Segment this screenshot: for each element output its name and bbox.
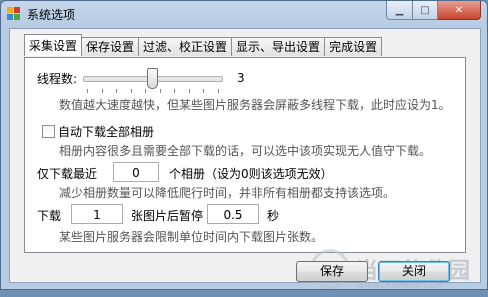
auto-download-checkbox[interactable]	[42, 125, 55, 138]
tab-filter-settings[interactable]: 过滤、校正设置	[138, 37, 233, 56]
maximize-button[interactable]: □	[413, 1, 438, 20]
threads-label: 线程数:	[37, 72, 78, 86]
maximize-icon: □	[420, 4, 430, 16]
threads-value: 3	[237, 71, 245, 85]
minimize-icon: ▁	[395, 4, 404, 16]
pause-seconds-input[interactable]: 0.5	[207, 204, 259, 224]
auto-download-hint: 相册内容很多且需要全部下载的话，可以选中该项实现无人值守下载。	[59, 144, 432, 158]
pause-unit-label: 秒	[267, 209, 280, 223]
download-hint: 某些图片服务器会限制单位时间内下载图片张数。	[59, 230, 324, 244]
close-icon: ✕	[454, 4, 464, 16]
tab-display-export-settings[interactable]: 显示、导出设置	[231, 37, 326, 56]
tab-collect-settings[interactable]: 采集设置	[24, 34, 83, 56]
recent-albums-input[interactable]: 0	[113, 162, 159, 182]
window-title: 系统选项	[27, 8, 76, 22]
app-icon	[7, 7, 21, 21]
tab-strip: 采集设置 保存设置 过滤、校正设置 显示、导出设置 完成设置	[24, 34, 383, 56]
recent-albums-hint: 减少相册数量可以降低爬行时间，并非所有相册都支持该选项。	[59, 186, 396, 200]
threads-hint: 数值越大速度越快，但某些图片服务器会屏蔽多线程下载，此时应设为1。	[59, 98, 451, 112]
download-count-input[interactable]: 1	[71, 204, 123, 224]
threads-slider-ticks	[87, 89, 219, 93]
recent-albums-prefix: 仅下载最近	[37, 167, 98, 181]
close-button[interactable]: 关闭	[378, 261, 450, 282]
options-window: 系统选项 ▁ □ ✕ 采集设置 保存设置 过滤、校正设置 显示、导出设置 完成设…	[0, 0, 488, 290]
recent-albums-suffix: 个相册（设为0则该选项无效）	[169, 167, 333, 181]
title-bar[interactable]: 系统选项 ▁ □ ✕	[1, 1, 487, 27]
caption-buttons: ▁ □ ✕	[386, 1, 481, 20]
watermark-url: WWW.DOWNXIA.COM	[356, 281, 443, 290]
save-button[interactable]: 保存	[296, 261, 368, 282]
auto-download-label[interactable]: 自动下载全部相册	[58, 123, 154, 140]
tab-save-settings[interactable]: 保存设置	[81, 37, 140, 56]
download-pause-label: 张图片后暂停	[131, 209, 204, 223]
collect-settings-panel: 线程数: 3 数值越大速度越快，但某些图片服务器会屏蔽多线程下载，此时应设为1。…	[24, 57, 466, 253]
close-window-button[interactable]: ✕	[438, 1, 481, 20]
minimize-button[interactable]: ▁	[386, 1, 413, 20]
download-prefix: 下载	[37, 209, 62, 223]
tab-finish-settings[interactable]: 完成设置	[324, 37, 383, 56]
dialog-body: 采集设置 保存设置 过滤、校正设置 显示、导出设置 完成设置 线程数: 3 数值…	[9, 28, 481, 290]
threads-slider-thumb[interactable]	[146, 68, 158, 89]
